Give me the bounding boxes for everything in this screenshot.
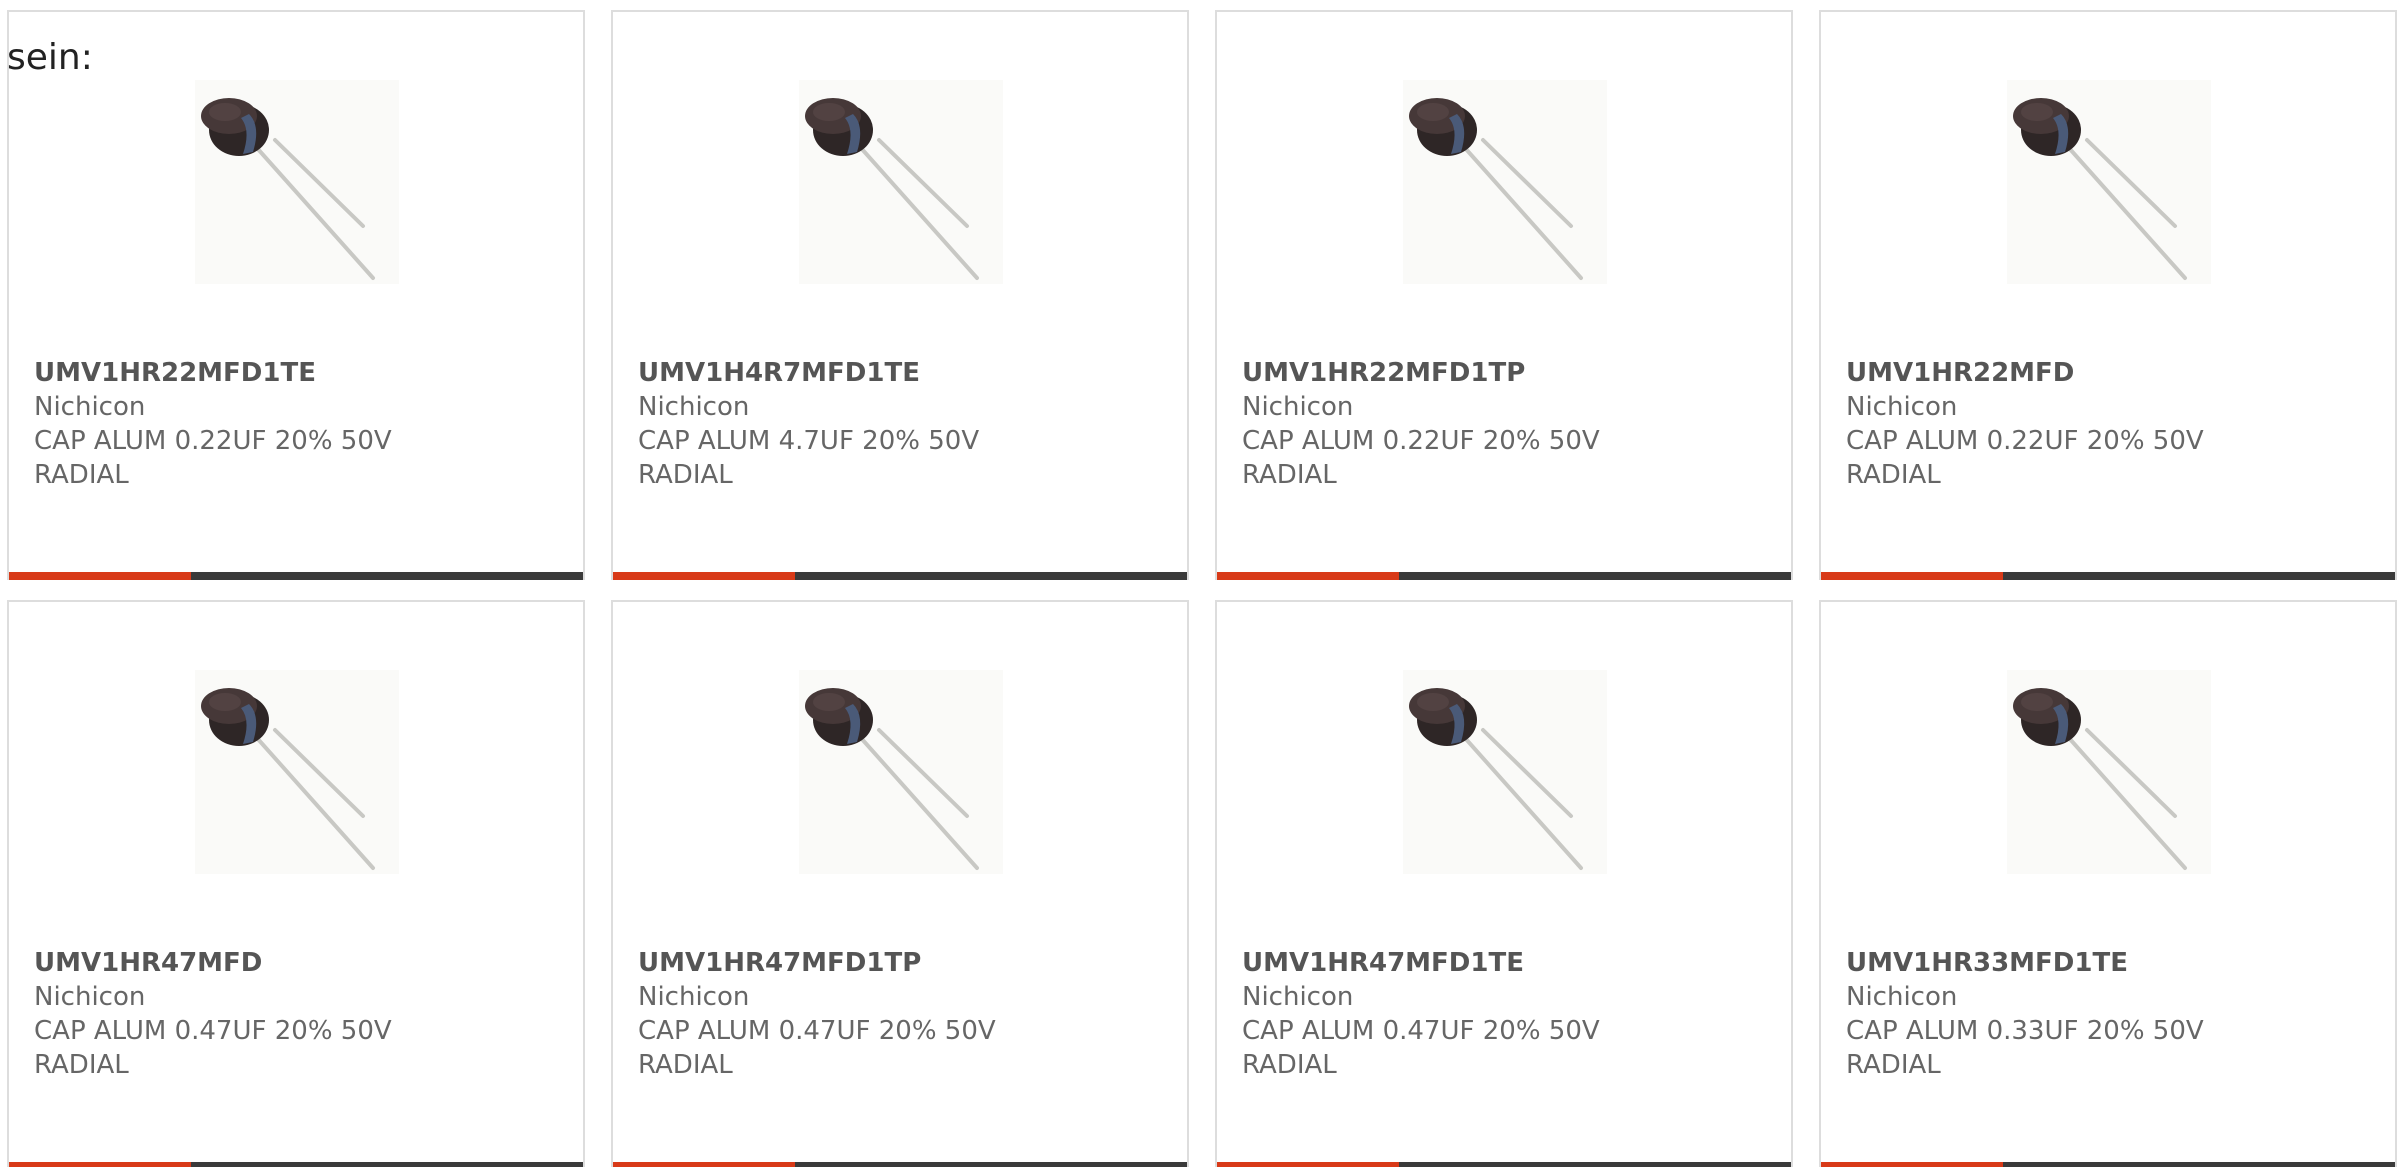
capacitor-icon <box>805 688 979 870</box>
manufacturer: Nichicon <box>34 392 146 422</box>
product-listing-page: sein: UMV1HR22MFD1TE Nichicon CAP ALUM 0… <box>0 0 2400 1167</box>
product-description: CAP ALUM 0.22UF 20% 50V RADIAL <box>34 426 392 490</box>
card-footer-bar <box>613 1162 1187 1167</box>
product-description: CAP ALUM 0.22UF 20% 50V RADIAL <box>1846 426 2204 490</box>
product-card[interactable]: UMV1HR47MFD1TP Nichicon CAP ALUM 0.47UF … <box>611 600 1189 1167</box>
card-accent-bar <box>1217 572 1399 580</box>
capacitor-icon <box>1409 688 1583 870</box>
capacitor-icon <box>2013 98 2187 280</box>
card-footer-bar <box>1821 1162 2395 1167</box>
product-description: CAP ALUM 0.33UF 20% 50V RADIAL <box>1846 1016 2204 1080</box>
product-card[interactable]: UMV1HR47MFD1TE Nichicon CAP ALUM 0.47UF … <box>1215 600 1793 1167</box>
part-number[interactable]: UMV1HR22MFD1TP <box>1242 356 1525 390</box>
part-number[interactable]: UMV1HR22MFD <box>1846 356 2074 390</box>
capacitor-icon <box>201 98 375 280</box>
card-footer-bar <box>1217 1162 1791 1167</box>
product-grid: UMV1HR22MFD1TE Nichicon CAP ALUM 0.22UF … <box>7 10 2397 1167</box>
card-footer-bar <box>9 572 583 580</box>
product-card[interactable]: UMV1HR22MFD Nichicon CAP ALUM 0.22UF 20%… <box>1819 10 2397 580</box>
capacitor-image[interactable] <box>195 80 399 284</box>
card-accent-bar <box>9 572 191 580</box>
card-footer-bar <box>9 1162 583 1167</box>
capacitor-image[interactable] <box>799 80 1003 284</box>
card-accent-bar <box>1821 1162 2003 1167</box>
product-card[interactable]: UMV1HR33MFD1TE Nichicon CAP ALUM 0.33UF … <box>1819 600 2397 1167</box>
card-accent-bar <box>613 572 795 580</box>
manufacturer: Nichicon <box>1846 392 1958 422</box>
manufacturer: Nichicon <box>1242 392 1354 422</box>
capacitor-icon <box>2013 688 2187 870</box>
capacitor-icon <box>1409 98 1583 280</box>
capacitor-icon <box>201 688 375 870</box>
product-card[interactable]: UMV1HR47MFD Nichicon CAP ALUM 0.47UF 20%… <box>7 600 585 1167</box>
manufacturer: Nichicon <box>1846 982 1958 1012</box>
product-card[interactable]: UMV1HR22MFD1TP Nichicon CAP ALUM 0.22UF … <box>1215 10 1793 580</box>
capacitor-icon <box>805 98 979 280</box>
part-number[interactable]: UMV1HR47MFD <box>34 946 262 980</box>
capacitor-image[interactable] <box>195 670 399 874</box>
product-card[interactable]: UMV1HR22MFD1TE Nichicon CAP ALUM 0.22UF … <box>7 10 585 580</box>
part-number[interactable]: UMV1HR47MFD1TP <box>638 946 921 980</box>
product-description: CAP ALUM 0.47UF 20% 50V RADIAL <box>638 1016 996 1080</box>
capacitor-image[interactable] <box>799 670 1003 874</box>
manufacturer: Nichicon <box>34 982 146 1012</box>
part-number[interactable]: UMV1H4R7MFD1TE <box>638 356 920 390</box>
manufacturer: Nichicon <box>1242 982 1354 1012</box>
card-footer-bar <box>1821 572 2395 580</box>
part-number[interactable]: UMV1HR22MFD1TE <box>34 356 316 390</box>
card-footer-bar <box>1217 572 1791 580</box>
part-number[interactable]: UMV1HR47MFD1TE <box>1242 946 1524 980</box>
capacitor-image[interactable] <box>2007 670 2211 874</box>
card-accent-bar <box>613 1162 795 1167</box>
product-description: CAP ALUM 0.22UF 20% 50V RADIAL <box>1242 426 1600 490</box>
capacitor-image[interactable] <box>2007 80 2211 284</box>
card-accent-bar <box>9 1162 191 1167</box>
product-description: CAP ALUM 0.47UF 20% 50V RADIAL <box>1242 1016 1600 1080</box>
card-accent-bar <box>1217 1162 1399 1167</box>
capacitor-image[interactable] <box>1403 80 1607 284</box>
product-description: CAP ALUM 4.7UF 20% 50V RADIAL <box>638 426 980 490</box>
product-description: CAP ALUM 0.47UF 20% 50V RADIAL <box>34 1016 392 1080</box>
product-card[interactable]: UMV1H4R7MFD1TE Nichicon CAP ALUM 4.7UF 2… <box>611 10 1189 580</box>
card-footer-bar <box>613 572 1187 580</box>
card-accent-bar <box>1821 572 2003 580</box>
manufacturer: Nichicon <box>638 392 750 422</box>
intro-text: sein: <box>7 37 93 78</box>
manufacturer: Nichicon <box>638 982 750 1012</box>
part-number[interactable]: UMV1HR33MFD1TE <box>1846 946 2128 980</box>
capacitor-image[interactable] <box>1403 670 1607 874</box>
